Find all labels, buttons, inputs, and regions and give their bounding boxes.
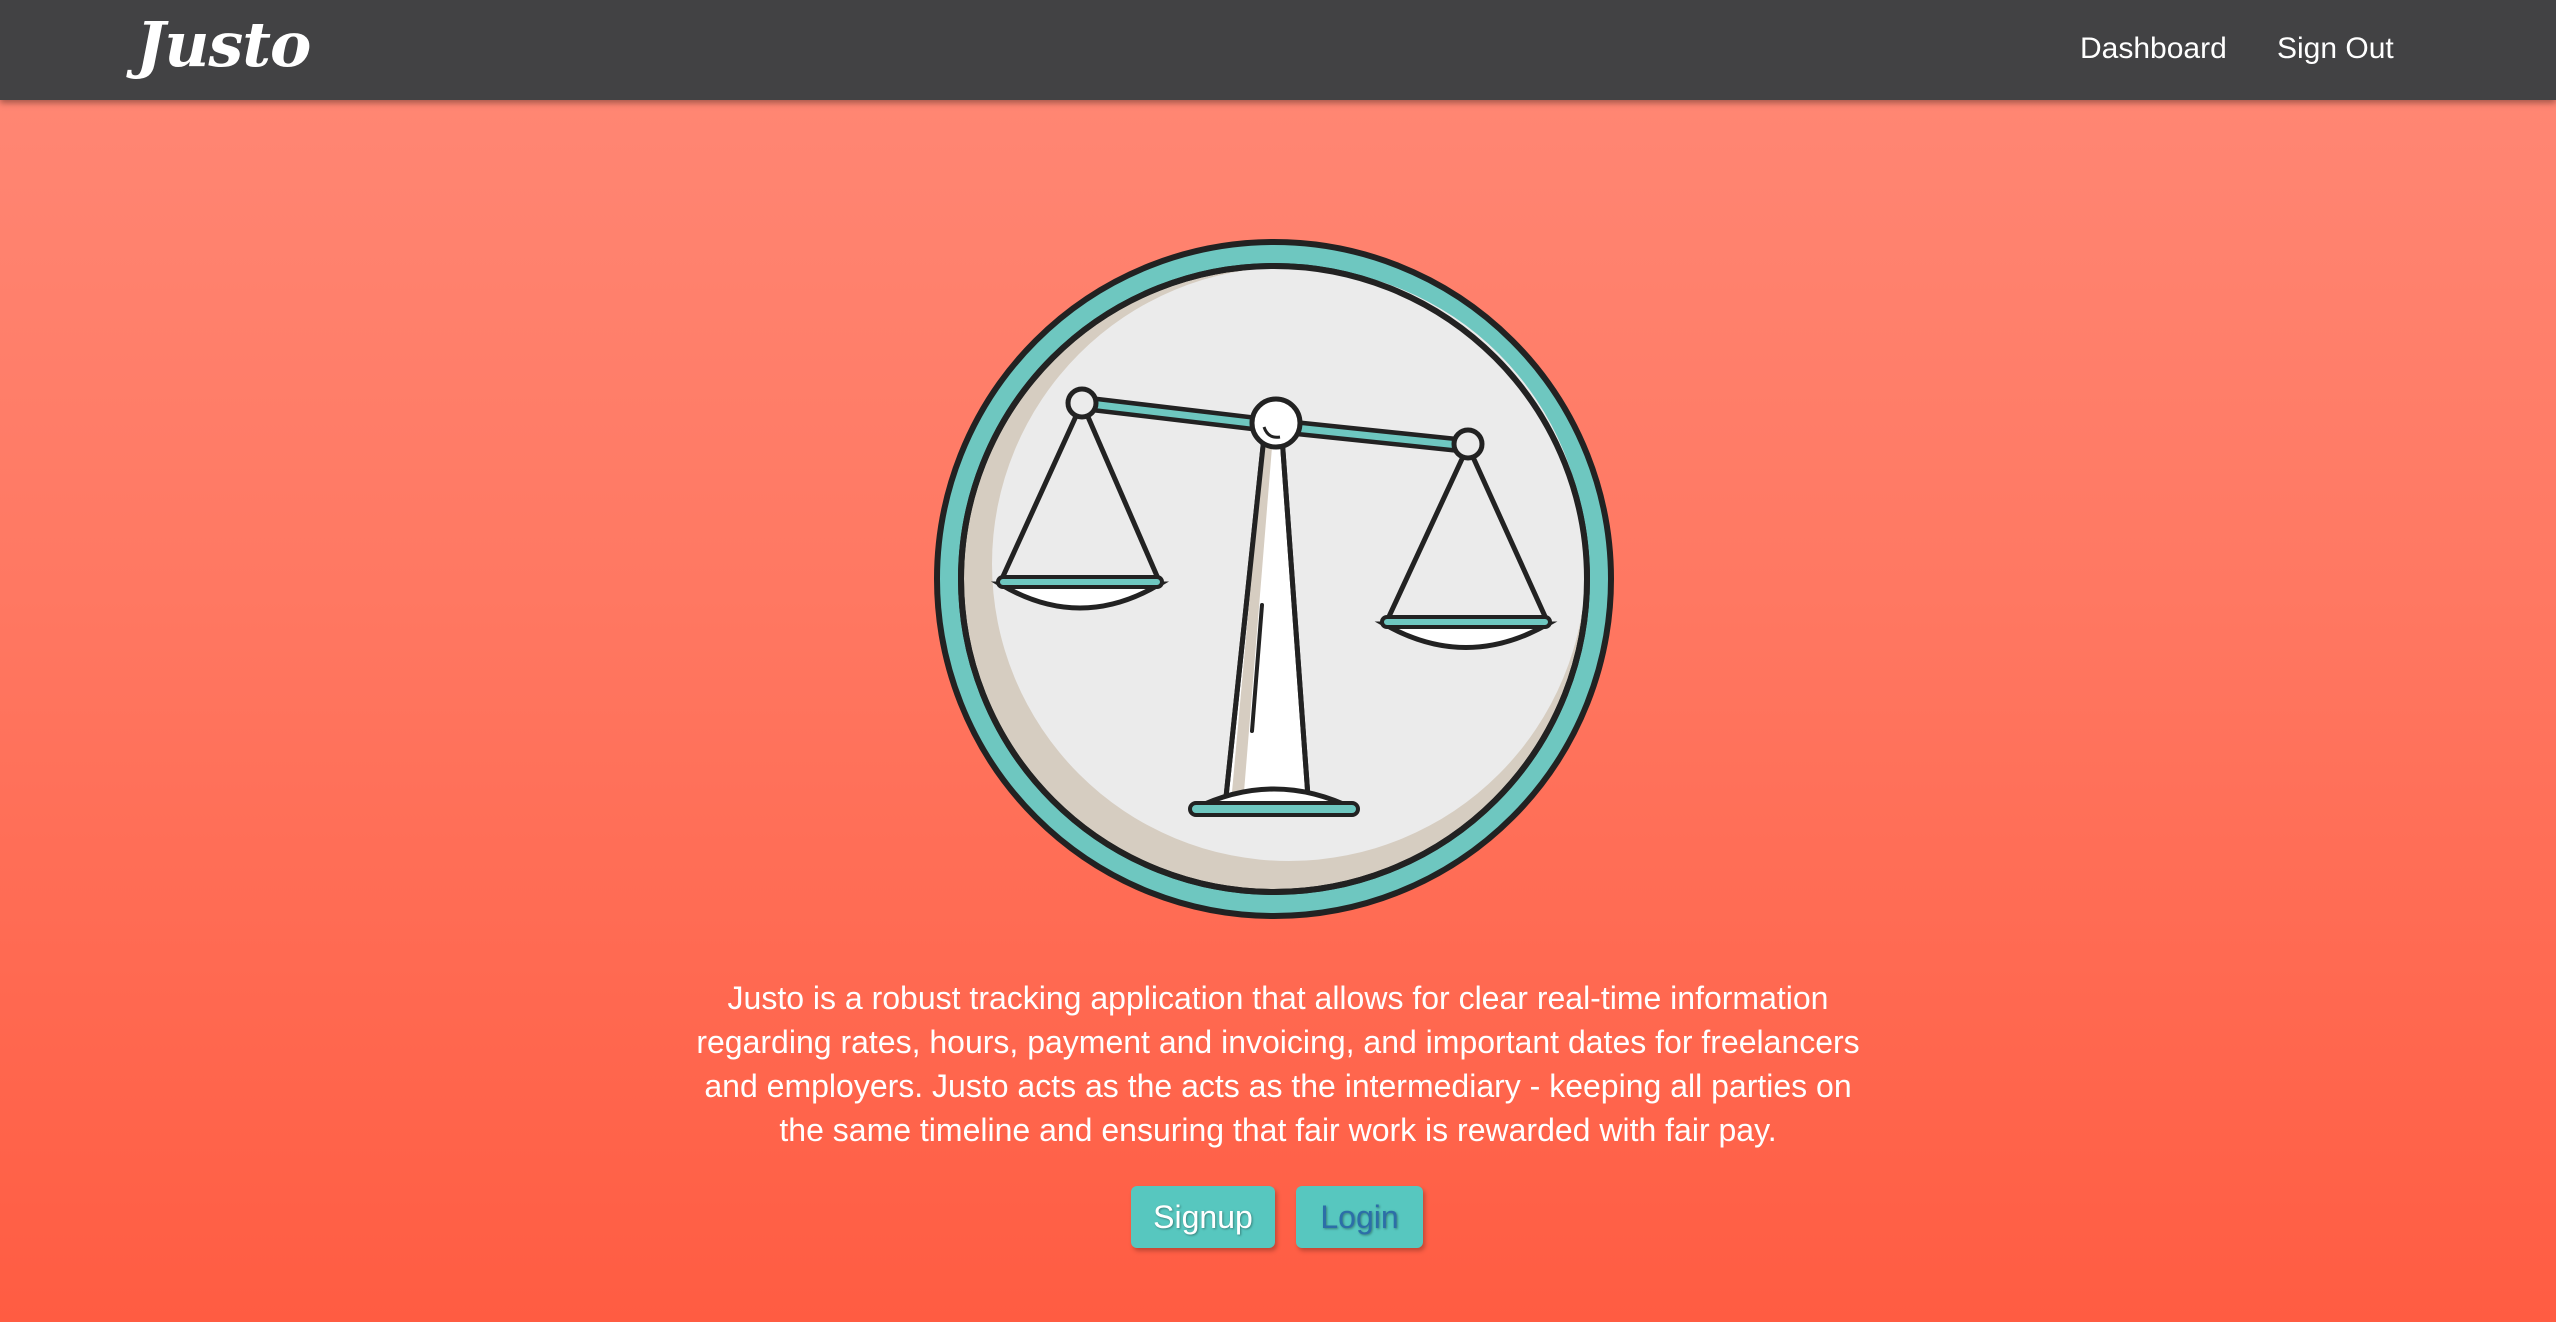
page-bottom-strip <box>0 1322 2556 1326</box>
sign-out-link[interactable]: Sign Out <box>2277 32 2394 66</box>
app-description: Justo is a robust tracking application t… <box>696 980 1860 1148</box>
brand-logo[interactable]: Justo <box>136 8 311 81</box>
dashboard-link[interactable]: Dashboard <box>2080 32 2227 66</box>
top-navbar: Justo Dashboard Sign Out <box>0 0 2556 100</box>
login-button[interactable]: Login <box>1296 1186 1423 1248</box>
signup-button[interactable]: Signup <box>1131 1186 1275 1248</box>
scales-of-justice-icon <box>934 239 1614 919</box>
